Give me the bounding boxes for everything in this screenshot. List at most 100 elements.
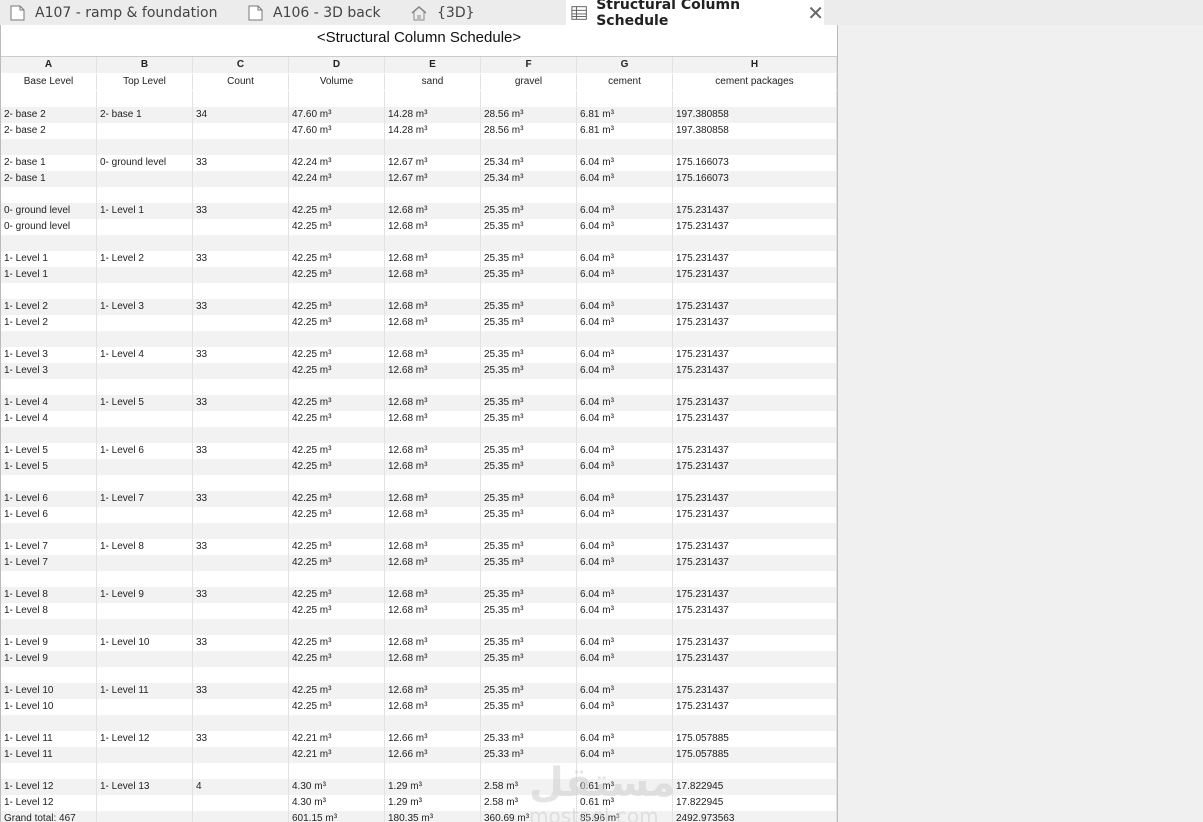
table-cell[interactable] xyxy=(481,427,577,443)
table-cell[interactable] xyxy=(577,619,673,635)
table-cell[interactable]: 42.25 m³ xyxy=(289,555,385,571)
table-cell[interactable]: 42.25 m³ xyxy=(289,395,385,411)
table-cell[interactable] xyxy=(673,619,837,635)
table-cell[interactable]: E xyxy=(385,57,481,73)
table-cell[interactable]: 1- Level 3 xyxy=(97,299,193,315)
table-cell[interactable]: 47.60 m³ xyxy=(289,107,385,123)
table-cell[interactable] xyxy=(289,235,385,251)
table-cell[interactable] xyxy=(97,555,193,571)
table-cell[interactable]: 42.24 m³ xyxy=(289,171,385,187)
table-cell[interactable]: 1- Level 10 xyxy=(1,699,97,715)
table-cell[interactable] xyxy=(385,187,481,203)
table-row[interactable]: 1- Level 4 42.25 m³ 12.68 m³ 25.35 m³ 6.04 m… xyxy=(1,411,837,427)
table-cell[interactable]: 25.35 m³ xyxy=(481,315,577,331)
table-row[interactable]: 1- Level 9 42.25 m³ 12.68 m³ 25.35 m³ 6.04 m… xyxy=(1,651,837,667)
table-cell[interactable] xyxy=(673,235,837,251)
table-cell[interactable] xyxy=(97,699,193,715)
close-icon[interactable]: ✕ xyxy=(807,3,824,23)
table-cell[interactable] xyxy=(97,139,193,155)
table-cell[interactable]: 0- ground level xyxy=(97,155,193,171)
table-cell[interactable] xyxy=(193,763,289,779)
table-cell[interactable]: 175.166073 xyxy=(673,155,837,171)
table-cell[interactable]: 1- Level 6 xyxy=(97,443,193,459)
table-cell[interactable]: 12.66 m³ xyxy=(385,747,481,763)
table-cell[interactable] xyxy=(193,283,289,299)
table-cell[interactable]: 6.04 m³ xyxy=(577,299,673,315)
table-cell[interactable] xyxy=(97,331,193,347)
table-cell[interactable]: 17.822945 xyxy=(673,779,837,795)
table-cell[interactable]: 12.68 m³ xyxy=(385,347,481,363)
table-cell[interactable]: 1- Level 12 xyxy=(1,779,97,795)
table-cell[interactable]: Volume xyxy=(289,74,385,90)
table-cell[interactable]: 0.61 m³ xyxy=(577,779,673,795)
table-cell[interactable]: 25.35 m³ xyxy=(481,603,577,619)
table-cell[interactable] xyxy=(481,91,577,107)
table-cell[interactable]: 12.68 m³ xyxy=(385,683,481,699)
table-cell[interactable]: 175.231437 xyxy=(673,635,837,651)
table-cell[interactable] xyxy=(577,139,673,155)
table-cell[interactable]: 175.231437 xyxy=(673,267,837,283)
table-row[interactable]: 1- Level 6 42.25 m³ 12.68 m³ 25.35 m³ 6.04 m… xyxy=(1,507,837,523)
table-cell[interactable] xyxy=(481,763,577,779)
spacer-row[interactable] xyxy=(1,475,837,491)
table-cell[interactable] xyxy=(385,619,481,635)
table-cell[interactable]: 12.68 m³ xyxy=(385,651,481,667)
table-cell[interactable] xyxy=(1,379,97,395)
table-cell[interactable]: 85.96 m³ xyxy=(577,811,673,822)
table-cell[interactable] xyxy=(673,715,837,731)
table-cell[interactable]: 1.29 m³ xyxy=(385,779,481,795)
table-cell[interactable]: 25.34 m³ xyxy=(481,171,577,187)
table-cell[interactable]: 25.35 m³ xyxy=(481,555,577,571)
table-cell[interactable]: 1- Level 13 xyxy=(97,779,193,795)
table-cell[interactable] xyxy=(577,571,673,587)
table-cell[interactable] xyxy=(193,91,289,107)
table-cell[interactable] xyxy=(481,283,577,299)
table-cell[interactable] xyxy=(289,331,385,347)
table-cell[interactable]: 1.29 m³ xyxy=(385,795,481,811)
table-cell[interactable] xyxy=(1,475,97,491)
table-cell[interactable]: 197.380858 xyxy=(673,107,837,123)
table-cell[interactable] xyxy=(289,91,385,107)
table-cell[interactable]: 175.231437 xyxy=(673,683,837,699)
table-cell[interactable]: 2.58 m³ xyxy=(481,779,577,795)
table-cell[interactable] xyxy=(97,475,193,491)
table-cell[interactable]: 2- base 2 xyxy=(1,107,97,123)
table-cell[interactable] xyxy=(385,475,481,491)
table-row[interactable]: 1- Level 4 1- Level 5 33 42.25 m³ 12.68 m³ 25… xyxy=(1,395,837,411)
table-cell[interactable]: 33 xyxy=(193,347,289,363)
table-cell[interactable]: 42.25 m³ xyxy=(289,651,385,667)
table-cell[interactable] xyxy=(289,715,385,731)
table-cell[interactable] xyxy=(97,379,193,395)
table-cell[interactable]: 6.04 m³ xyxy=(577,203,673,219)
table-cell[interactable]: 0.61 m³ xyxy=(577,795,673,811)
table-cell[interactable] xyxy=(193,123,289,139)
table-cell[interactable] xyxy=(193,475,289,491)
table-cell[interactable] xyxy=(481,187,577,203)
table-cell[interactable]: 2- base 1 xyxy=(1,171,97,187)
table-cell[interactable]: 1- Level 5 xyxy=(97,395,193,411)
table-cell[interactable] xyxy=(673,379,837,395)
table-cell[interactable] xyxy=(193,411,289,427)
table-cell[interactable] xyxy=(193,571,289,587)
table-cell[interactable]: cement packages xyxy=(673,74,837,90)
table-cell[interactable] xyxy=(577,475,673,491)
table-cell[interactable]: 25.35 m³ xyxy=(481,267,577,283)
table-cell[interactable]: 42.25 m³ xyxy=(289,539,385,555)
table-cell[interactable] xyxy=(193,171,289,187)
spacer-row[interactable] xyxy=(1,187,837,203)
table-cell[interactable] xyxy=(193,235,289,251)
table-cell[interactable]: 25.34 m³ xyxy=(481,155,577,171)
table-cell[interactable] xyxy=(577,427,673,443)
table-cell[interactable]: 12.67 m³ xyxy=(385,171,481,187)
table-cell[interactable] xyxy=(385,91,481,107)
table-cell[interactable]: 2- base 1 xyxy=(97,107,193,123)
table-cell[interactable]: 175.231437 xyxy=(673,315,837,331)
table-cell[interactable]: 1- Level 4 xyxy=(1,411,97,427)
table-cell[interactable]: 42.25 m³ xyxy=(289,203,385,219)
table-cell[interactable]: 4.30 m³ xyxy=(289,779,385,795)
table-cell[interactable] xyxy=(289,763,385,779)
table-cell[interactable]: 42.25 m³ xyxy=(289,603,385,619)
table-cell[interactable]: 1- Level 7 xyxy=(1,555,97,571)
table-cell[interactable]: 1- Level 12 xyxy=(97,731,193,747)
table-cell[interactable]: 33 xyxy=(193,491,289,507)
